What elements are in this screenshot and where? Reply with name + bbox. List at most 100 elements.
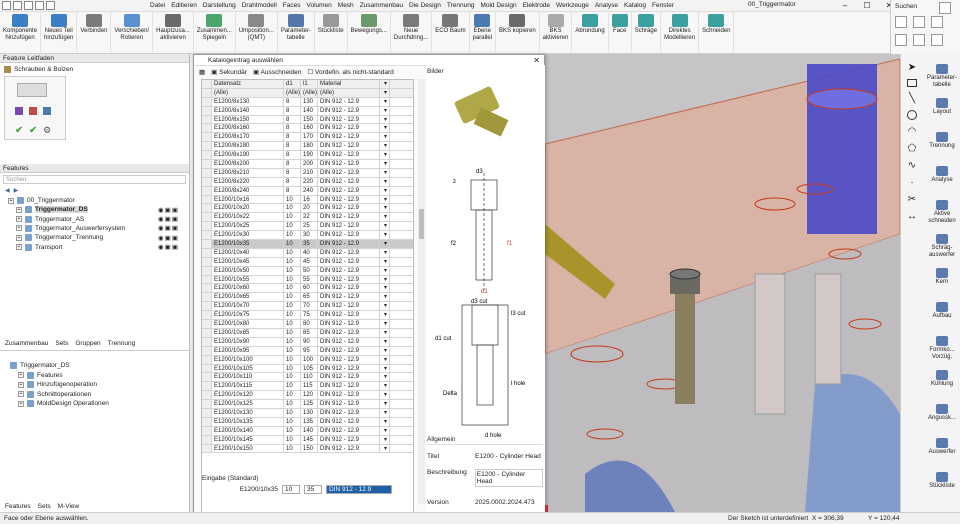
table-row[interactable]: E1200/8x170 8 170 DIN 912 - 12.9 ▾ [202, 133, 413, 143]
tool-button[interactable]: Layout [925, 98, 959, 116]
dropdown-icon[interactable]: ▾ [380, 435, 390, 444]
dropdown-icon[interactable]: ▾ [380, 391, 390, 400]
dropdown-icon[interactable]: ▾ [380, 293, 390, 302]
dropdown-icon[interactable]: ▾ [380, 240, 390, 248]
table-row[interactable]: E1200/10x70 10 70 DIN 912 - 12.9 ▾ [202, 302, 413, 312]
tool-button[interactable]: Trennung [925, 132, 959, 150]
guide-tool-icon[interactable] [43, 107, 51, 115]
ausschneiden-button[interactable]: ▣ Ausschneiden [253, 68, 301, 76]
table-row[interactable]: E1200/8x200 8 200 DIN 912 - 12.9 ▾ [202, 160, 413, 169]
minimize-button[interactable]: – [834, 0, 856, 12]
rectangle-icon[interactable] [907, 79, 917, 87]
expand-icon[interactable]: + [16, 225, 22, 232]
redo-icon[interactable] [35, 1, 44, 10]
tree-item[interactable]: +00_Triggermator [8, 197, 75, 204]
guide-item[interactable]: Schrauben & Bolzen [4, 66, 73, 73]
table-row[interactable]: E1200/10x80 10 80 DIN 912 - 12.9 ▾ [202, 320, 413, 329]
dropdown-icon[interactable]: ▾ [380, 222, 390, 231]
point-icon[interactable]: · [910, 177, 913, 188]
table-row[interactable]: E1200/10x120 10 120 DIN 912 - 12.9 ▾ [202, 391, 413, 401]
table-row[interactable]: E1200/10x130 10 130 DIN 912 - 12.9 ▾ [202, 408, 413, 418]
menu-item[interactable]: Editieren [171, 2, 197, 9]
ribbon-button[interactable]: Verschieben/ Rotieren [111, 12, 154, 54]
expand-icon[interactable]: + [18, 391, 24, 397]
trim-icon[interactable]: ✂ [908, 194, 916, 205]
table-row[interactable]: E1200/10x60 10 60 DIN 912 - 12.9 ▾ [202, 284, 413, 294]
menu-item[interactable]: Fenster [652, 2, 674, 9]
dropdown-icon[interactable]: ▾ [380, 213, 390, 222]
view-icon[interactable] [931, 16, 943, 28]
tool-button[interactable]: Kühlung [925, 370, 959, 388]
view-icon[interactable] [895, 34, 907, 46]
visibility-icons[interactable]: ◉▣▣ [158, 215, 179, 223]
table-row[interactable]: E1200/8x210 8 210 DIN 912 - 12.9 ▾ [202, 168, 413, 178]
ribbon-button[interactable]: Face [609, 12, 632, 54]
ribbon-button[interactable]: Hauptzusa... aktivieren [153, 12, 194, 54]
ribbon-button[interactable]: Abrundung [572, 12, 609, 54]
eingabe-material[interactable]: DIN 912 - 12.9 [326, 485, 392, 494]
menu-item[interactable]: Zusammenbau [360, 2, 403, 9]
visibility-icons[interactable]: ◉▣▣ [158, 224, 179, 232]
table-row[interactable]: E1200/10x16 10 16 DIN 912 - 12.9 ▾ [202, 195, 413, 205]
3d-viewport[interactable] [545, 54, 900, 512]
tree-item[interactable]: + Triggermator_Trennung ◉▣▣ [16, 234, 178, 242]
tool-button[interactable]: Parameter- tabelle [925, 64, 959, 88]
table-row[interactable]: E1200/10x90 10 90 DIN 912 - 12.9 ▾ [202, 337, 413, 347]
visibility-icons[interactable]: ◉▣▣ [158, 243, 179, 251]
operation-item[interactable]: + Features [18, 371, 63, 379]
dropdown-icon[interactable]: ▾ [380, 311, 390, 320]
expand-icon[interactable]: + [16, 206, 22, 213]
check-icon[interactable] [931, 34, 943, 46]
menu-item[interactable]: Die Design [409, 2, 441, 9]
table-row[interactable]: E1200/10x105 10 105 DIN 912 - 12.9 ▾ [202, 364, 413, 374]
ribbon-button[interactable]: Ebene parallel [470, 12, 496, 54]
settings-icon[interactable] [46, 1, 55, 10]
maximize-button[interactable]: ☐ [856, 0, 878, 12]
view-icon[interactable] [895, 16, 907, 28]
table-row[interactable]: E1200/10x85 10 85 DIN 912 - 12.9 ▾ [202, 328, 413, 338]
ok-icon[interactable]: ✔ [15, 125, 23, 136]
ribbon-button[interactable]: Neue Durchdring... [391, 12, 433, 54]
menu-item[interactable]: Faces [283, 2, 301, 9]
ribbon-button[interactable]: Bewegungs... [348, 12, 391, 54]
table-row[interactable]: E1200/10x125 10 125 DIN 912 - 12.9 ▾ [202, 400, 413, 409]
view-icon[interactable] [913, 16, 925, 28]
tab-0[interactable]: Zusammenbau [5, 340, 48, 347]
dropdown-icon[interactable]: ▾ [380, 328, 390, 337]
dropdown-icon[interactable]: ▾ [380, 195, 390, 204]
guide-tool-icon[interactable] [29, 107, 37, 115]
menu-item[interactable]: Katalog [624, 2, 646, 9]
table-row[interactable]: E1200/8x220 8 220 DIN 912 - 12.9 ▾ [202, 177, 413, 187]
tab-2[interactable]: Gruppen [75, 340, 100, 347]
operation-item[interactable]: + MoldDesign Operationen [18, 400, 109, 407]
dropdown-icon[interactable]: ▾ [380, 177, 390, 186]
expand-icon[interactable]: + [18, 381, 24, 388]
dropdown-icon[interactable]: ▾ [380, 275, 390, 284]
table-row[interactable]: E1200/8x130 8 130 DIN 912 - 12.9 ▾ [202, 97, 413, 107]
guide-action-icon[interactable] [17, 83, 47, 97]
expand-icon[interactable]: + [16, 234, 22, 241]
dropdown-icon[interactable]: ▾ [380, 160, 390, 168]
feature-search-input[interactable]: Suchen [3, 175, 186, 184]
ribbon-button[interactable]: Komponente hinzufügen [0, 12, 42, 54]
titel-value[interactable]: E1200 - Cylinder Head [475, 453, 541, 460]
tool-button[interactable]: Schräg- auswerfer [925, 234, 959, 258]
bottom-tab[interactable]: M-View [58, 503, 80, 510]
table-row[interactable]: E1200/10x35 10 35 DIN 912 - 12.9 ▾ [202, 240, 413, 249]
undo-icon[interactable] [24, 1, 33, 10]
table-row[interactable]: E1200/8x140 8 140 DIN 912 - 12.9 ▾ [202, 106, 413, 116]
dropdown-icon[interactable]: ▾ [380, 266, 390, 275]
table-row[interactable]: E1200/10x40 10 40 DIN 912 - 12.9 ▾ [202, 248, 413, 258]
tree-item[interactable]: + Transport ◉▣▣ [16, 243, 178, 251]
dropdown-icon[interactable]: ▾ [380, 408, 390, 417]
tool-button[interactable]: Analyse [925, 166, 959, 184]
dropdown-icon[interactable]: ▾ [380, 186, 390, 195]
table-row[interactable]: E1200/8x160 8 160 DIN 912 - 12.9 ▾ [202, 124, 413, 134]
dropdown-icon[interactable]: ▾ [380, 417, 390, 426]
arc-icon[interactable]: ◠ [908, 126, 917, 137]
expand-icon[interactable]: + [18, 372, 24, 378]
table-row[interactable]: E1200/10x100 10 100 DIN 912 - 12.9 ▾ [202, 355, 413, 365]
expand-icon[interactable]: + [16, 216, 22, 223]
eingabe-d1[interactable]: 10 [282, 485, 300, 494]
table-row[interactable]: E1200/8x240 8 240 DIN 912 - 12.9 ▾ [202, 186, 413, 196]
